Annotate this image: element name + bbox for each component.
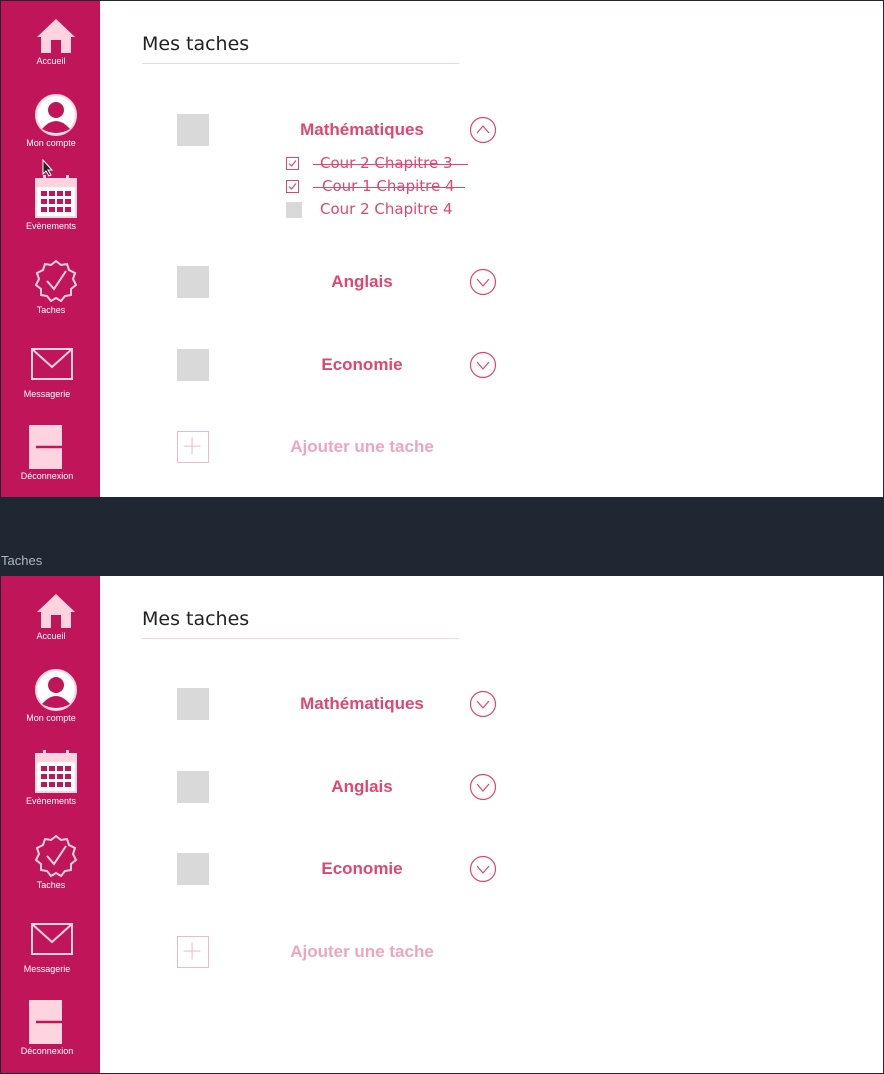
task-checkbox[interactable]	[177, 266, 209, 298]
sidebar-item-label: Déconnexion	[20, 471, 74, 481]
add-task-row: Ajouter une tache	[100, 427, 520, 467]
main-content: Mes taches Mathématiques Anglais Economi…	[100, 576, 883, 1073]
chevron-down-icon[interactable]	[469, 268, 497, 296]
sidebar-item-messagerie[interactable]: Messagerie	[1, 920, 101, 1000]
task-subject: Economie	[321, 355, 403, 374]
check-badge-icon	[34, 259, 78, 303]
tasks-panel-collapsed: Accueil Mon compte Evènements Taches Mes…	[0, 576, 884, 1074]
task-subject: Anglais	[331, 777, 393, 796]
sidebar-item-label: Taches	[36, 880, 66, 890]
sidebar-item-label: Déconnexion	[20, 1046, 74, 1056]
user-icon	[35, 94, 77, 136]
sidebar-item-deconnexion[interactable]: Déconnexion	[1, 1000, 101, 1073]
sidebar-item-accueil[interactable]: Accueil	[1, 17, 101, 97]
task-row-anglais: Anglais	[100, 767, 520, 807]
subtask-checkbox[interactable]	[286, 202, 302, 218]
subtask-label: Cour 2 Chapitre 3	[320, 154, 453, 172]
add-task-label[interactable]: Ajouter une tache	[262, 942, 462, 962]
task-checkbox[interactable]	[177, 771, 209, 803]
page-title: Mes taches	[142, 33, 250, 55]
chevron-down-icon[interactable]	[469, 773, 497, 801]
mail-icon	[31, 348, 73, 380]
sidebar-item-label: Evènements	[25, 796, 77, 806]
window-divider: Taches	[0, 497, 884, 576]
main-content: Mes taches Mathématiques Cour 2 Chapitre…	[100, 1, 883, 497]
sidebar-item-evenements[interactable]: Evènements	[1, 748, 101, 828]
strikethrough-line	[313, 187, 465, 188]
add-task-button[interactable]	[177, 431, 209, 463]
subtask-label: Cour 1 Chapitre 4	[322, 177, 455, 195]
task-row-mathematiques: Mathématiques	[100, 684, 520, 724]
window-caption: Taches	[1, 553, 43, 568]
sidebar-item-evenements[interactable]: Evènements	[1, 173, 101, 253]
sidebar-item-taches[interactable]: Taches	[1, 834, 101, 914]
task-subject: Anglais	[331, 272, 393, 291]
task-subject: Mathématiques	[300, 120, 424, 139]
logout-icon	[29, 425, 75, 469]
subtask-checkbox-checked[interactable]	[285, 179, 301, 195]
sidebar-item-accueil[interactable]: Accueil	[1, 592, 101, 672]
plus-icon	[183, 942, 201, 960]
page-title: Mes taches	[142, 608, 250, 630]
sidebar-item-label: Mon compte	[26, 713, 76, 723]
chevron-up-icon[interactable]	[469, 116, 497, 144]
calendar-icon	[35, 175, 77, 218]
tasks-panel-expanded: Accueil Mon compte Evènements Taches Mes…	[0, 0, 884, 497]
subtask-item: Cour 2 Chapitre 4	[285, 200, 485, 220]
sidebar-item-deconnexion[interactable]: Déconnexion	[1, 425, 101, 497]
sidebar-item-label: Accueil	[36, 56, 66, 66]
sidebar-item-taches[interactable]: Taches	[1, 259, 101, 339]
chevron-down-icon[interactable]	[469, 855, 497, 883]
sidebar: Accueil Mon compte Evènements Taches Mes…	[0, 1, 100, 497]
task-checkbox[interactable]	[177, 114, 209, 146]
title-underline	[142, 638, 459, 639]
sidebar-item-label: Messagerie	[23, 389, 71, 399]
subtask-item: Cour 2 Chapitre 3	[285, 154, 485, 174]
chevron-down-icon[interactable]	[469, 351, 497, 379]
task-checkbox[interactable]	[177, 853, 209, 885]
check-badge-icon	[34, 834, 78, 878]
mouse-cursor-icon	[42, 159, 54, 177]
logout-icon	[29, 1000, 75, 1044]
subtask-checkbox-checked[interactable]	[285, 156, 301, 172]
sidebar-item-label: Messagerie	[23, 964, 71, 974]
sidebar-item-label: Taches	[36, 305, 66, 315]
plus-icon	[183, 437, 201, 455]
task-row-economie: Economie	[100, 345, 520, 385]
add-task-label[interactable]: Ajouter une tache	[262, 437, 462, 457]
mail-icon	[31, 923, 73, 955]
task-checkbox[interactable]	[177, 349, 209, 381]
subtask-item: Cour 1 Chapitre 4	[285, 177, 485, 197]
task-subject: Mathématiques	[300, 694, 424, 713]
sidebar-item-messagerie[interactable]: Messagerie	[1, 345, 101, 425]
sidebar-item-label: Evènements	[25, 221, 77, 231]
strikethrough-line	[313, 164, 468, 165]
add-task-button[interactable]	[177, 936, 209, 968]
title-underline	[142, 63, 459, 64]
calendar-icon	[35, 750, 77, 793]
add-task-row: Ajouter une tache	[100, 932, 520, 972]
task-checkbox[interactable]	[177, 688, 209, 720]
sidebar: Accueil Mon compte Evènements Taches Mes…	[0, 576, 100, 1073]
chevron-down-icon[interactable]	[469, 690, 497, 718]
sidebar-item-label: Mon compte	[26, 138, 76, 148]
subtask-label: Cour 2 Chapitre 4	[320, 200, 453, 218]
sidebar-item-label: Accueil	[36, 631, 66, 641]
task-subject: Economie	[321, 859, 403, 878]
user-icon	[35, 669, 77, 711]
sidebar-item-mon-compte[interactable]: Mon compte	[1, 668, 101, 748]
task-row-anglais: Anglais	[100, 262, 520, 302]
task-row-mathematiques: Mathématiques	[100, 110, 520, 150]
task-row-economie: Economie	[100, 849, 520, 889]
